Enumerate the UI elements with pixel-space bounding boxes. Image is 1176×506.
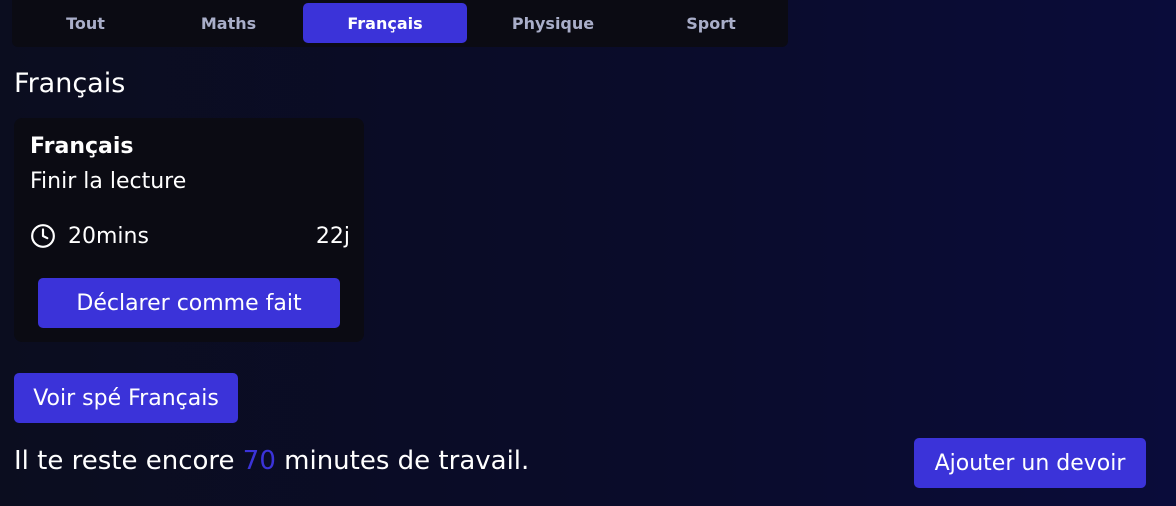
task-card: Français Finir la lecture 20mins 22j Déc… bbox=[14, 118, 364, 342]
subject-tab-bar: Tout Maths Français Physique Sport bbox=[12, 0, 788, 47]
tab-physique[interactable]: Physique bbox=[470, 3, 636, 43]
view-specialty-button[interactable]: Voir spé Français bbox=[14, 373, 238, 423]
clock-icon bbox=[31, 224, 55, 248]
remaining-minutes: 70 bbox=[242, 446, 276, 476]
task-duration: 20mins bbox=[68, 224, 149, 249]
mark-done-button[interactable]: Déclarer comme fait bbox=[38, 278, 340, 328]
tab-tout[interactable]: Tout bbox=[14, 3, 157, 43]
tab-maths[interactable]: Maths bbox=[157, 3, 300, 43]
task-due-days: 22j bbox=[315, 224, 350, 249]
task-description: Finir la lecture bbox=[30, 169, 187, 194]
add-homework-button[interactable]: Ajouter un devoir bbox=[914, 438, 1146, 488]
task-subject: Français bbox=[30, 134, 134, 159]
section-title: Français bbox=[14, 68, 126, 99]
remaining-work-text: Il te reste encore 70 minutes de travail… bbox=[14, 443, 529, 479]
remaining-suffix: minutes de travail. bbox=[275, 446, 530, 476]
tab-francais[interactable]: Français bbox=[303, 3, 467, 43]
tab-sport[interactable]: Sport bbox=[636, 3, 786, 43]
remaining-prefix: Il te reste encore bbox=[14, 446, 243, 476]
